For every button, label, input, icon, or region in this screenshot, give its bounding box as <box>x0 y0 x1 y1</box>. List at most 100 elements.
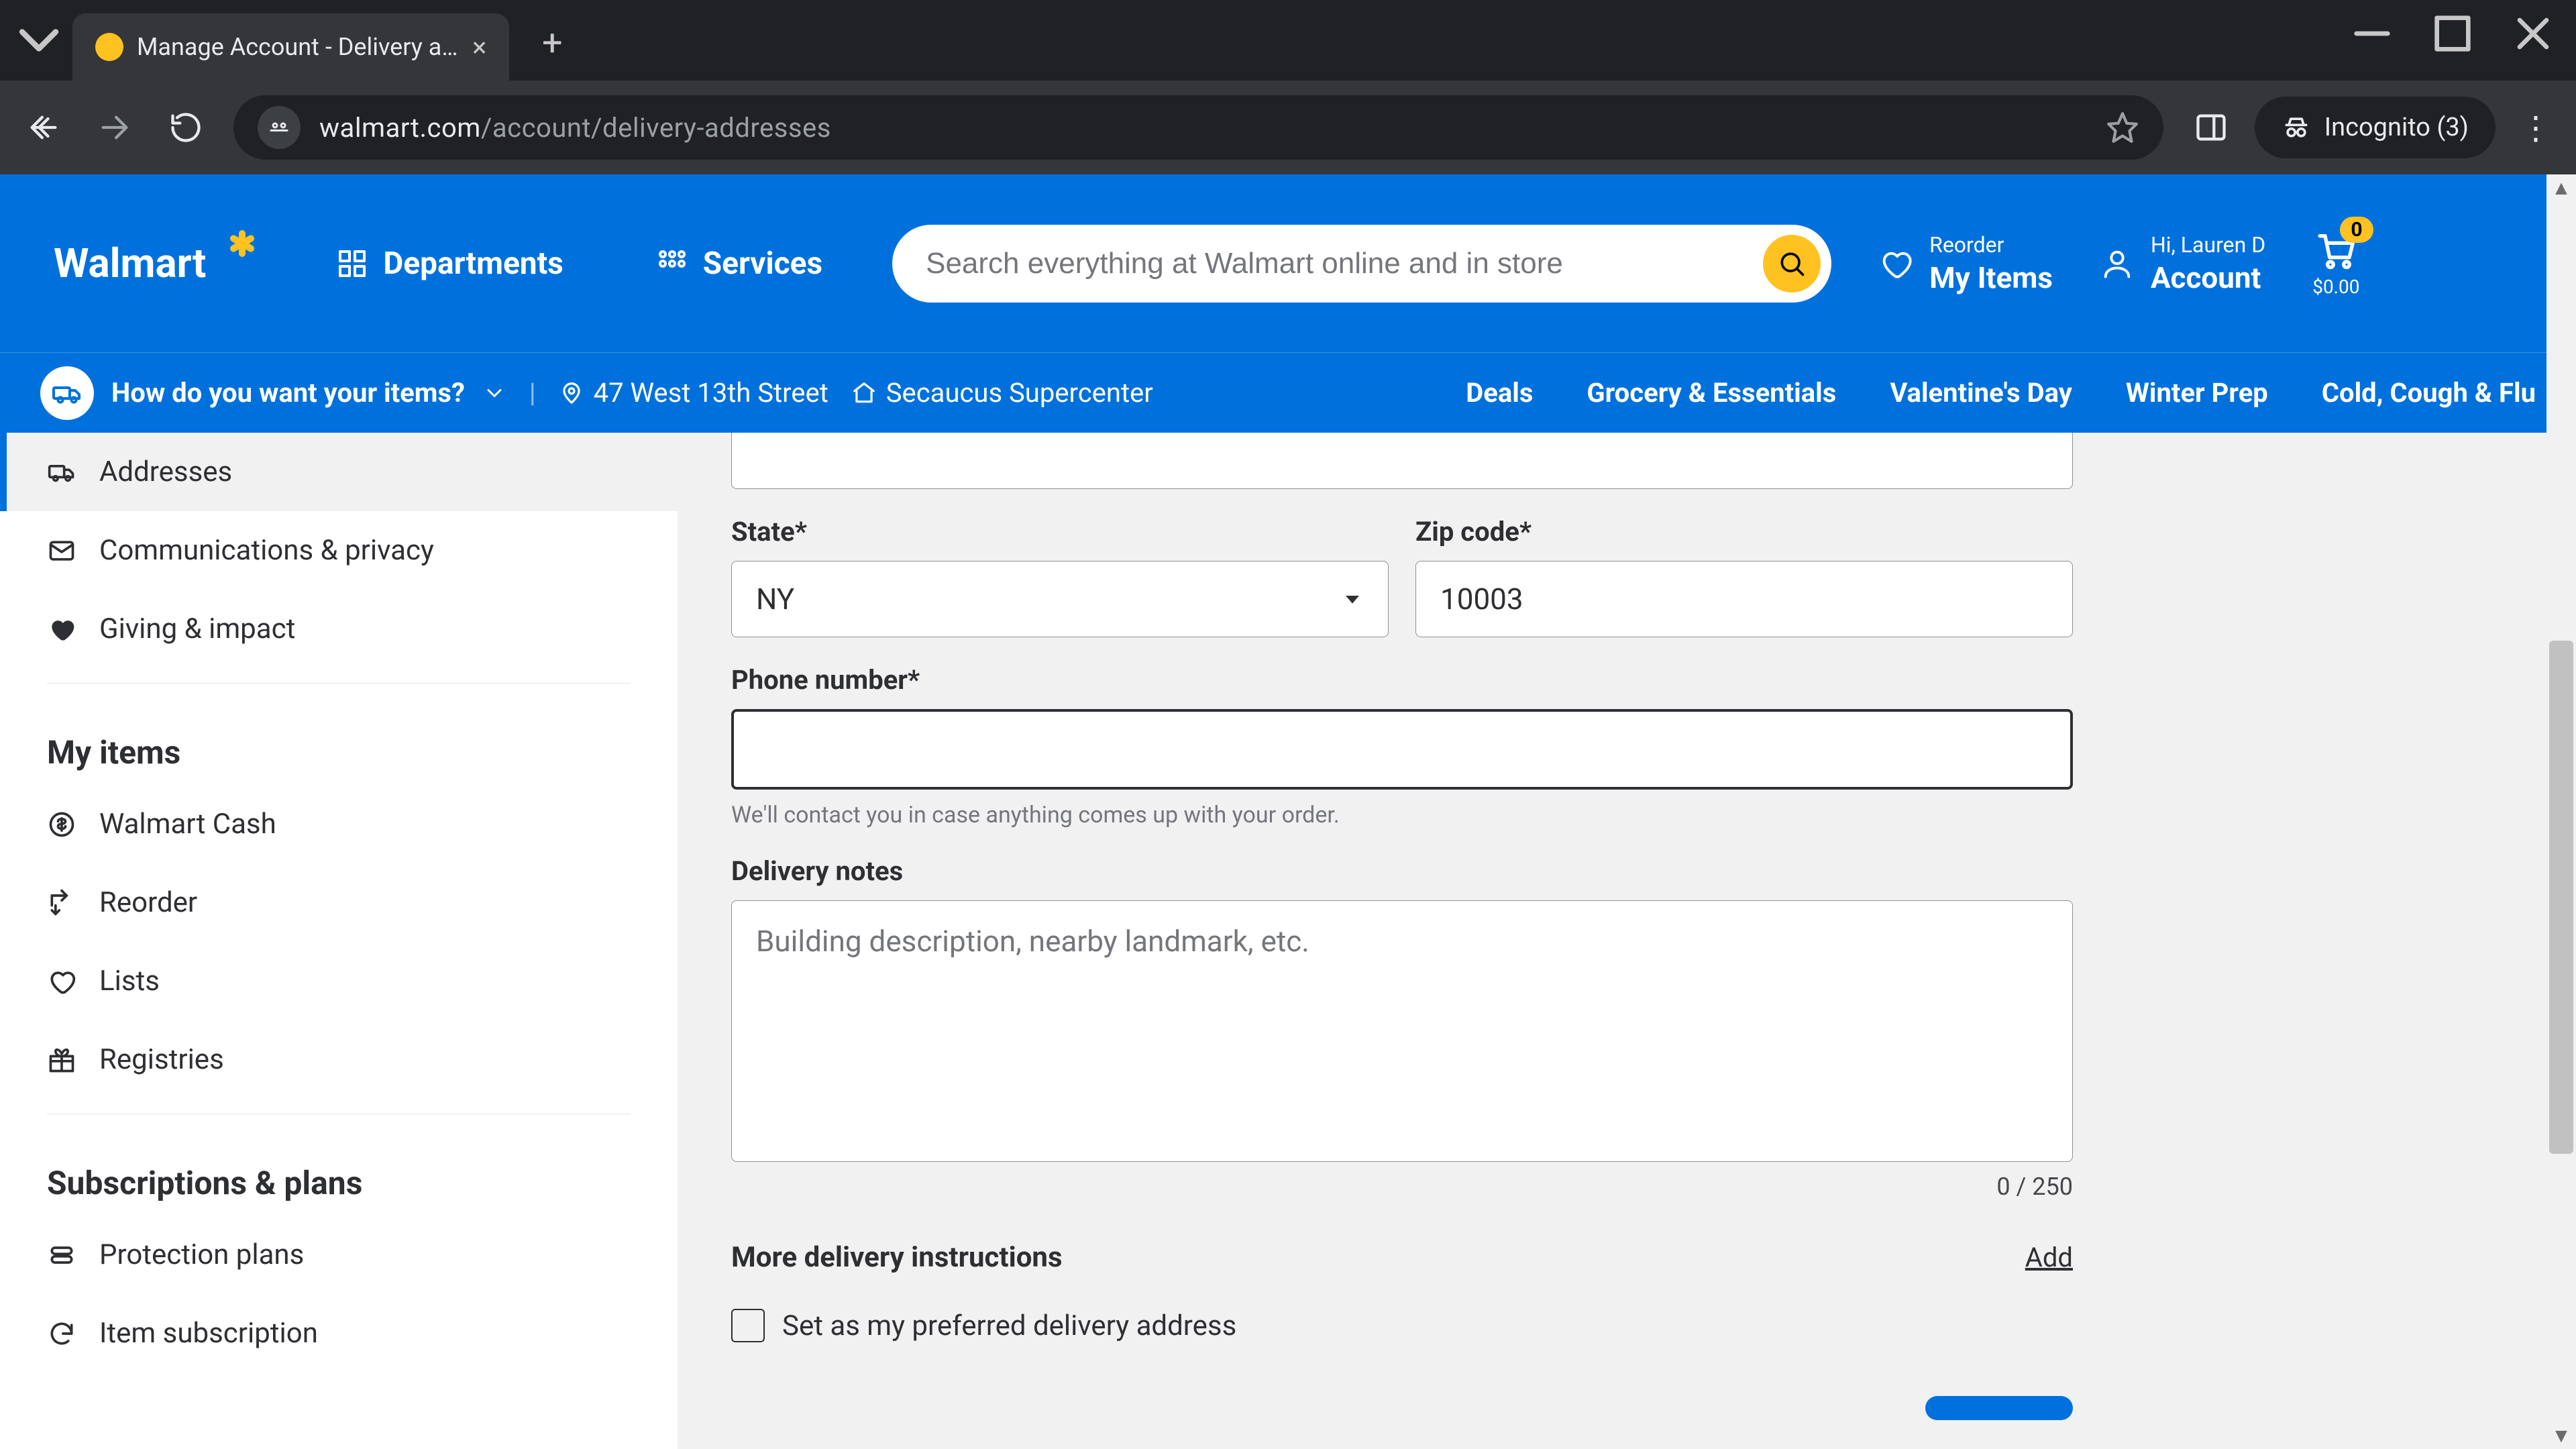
truck-icon <box>47 458 76 487</box>
site-header: Walmart Departments Services <box>0 174 2576 352</box>
delivery-notes-label: Delivery notes <box>731 855 2073 887</box>
sidebar-item-item-subscription[interactable]: Item subscription <box>0 1294 678 1373</box>
fulfillment-label: How do you want your items? <box>111 377 465 409</box>
account-sidebar: Addresses Communications & privacy Givin… <box>0 433 678 1449</box>
account-label: Account <box>2151 260 2265 295</box>
state-select[interactable]: NY <box>731 561 1389 637</box>
search-submit-button[interactable] <box>1763 235 1821 292</box>
fulfillment-selector[interactable]: How do you want your items? <box>40 366 506 420</box>
delivery-notes-textarea[interactable] <box>731 900 2073 1162</box>
city-field-bottom[interactable] <box>731 433 2073 489</box>
walmart-spark-icon <box>218 239 266 288</box>
nav-forward-button[interactable] <box>91 104 138 151</box>
sidebar-item-protection-plans[interactable]: Protection plans <box>0 1216 678 1294</box>
cart-count-badge: 0 <box>2340 217 2373 243</box>
scrollbar-down-arrow-icon[interactable]: ▼ <box>2546 1422 2576 1449</box>
tab-close-button[interactable]: × <box>472 32 486 63</box>
heart-outline-icon <box>47 967 76 996</box>
phone-input[interactable] <box>731 709 2073 790</box>
bookmark-star-button[interactable] <box>2106 111 2139 144</box>
delivery-address-indicator[interactable]: 47 West 13th Street <box>559 377 828 409</box>
preferred-address-label: Set as my preferred delivery address <box>782 1309 1236 1342</box>
scrollbar-up-arrow-icon[interactable]: ▲ <box>2546 174 2576 201</box>
scrollbar-thumb[interactable] <box>2549 641 2573 1153</box>
my-items-link[interactable]: Reorder My Items <box>1878 232 2053 295</box>
reorder-big-label: My Items <box>1929 260 2053 295</box>
window-close-button[interactable] <box>2506 13 2560 54</box>
shield-stack-icon <box>47 1240 76 1270</box>
subnav-link[interactable]: Cold, Cough & Flu <box>2322 377 2536 409</box>
nav-reload-button[interactable] <box>162 104 209 151</box>
services-label: Services <box>703 246 822 282</box>
sidebar-item-label: Addresses <box>99 455 232 488</box>
sidebar-item-label: Registries <box>99 1043 224 1076</box>
tab-title: Manage Account - Delivery add <box>137 33 459 61</box>
sidebar-section-subscriptions: Subscriptions & plans <box>0 1129 678 1216</box>
account-greeting: Hi, Lauren D <box>2151 232 2265 258</box>
mail-icon <box>47 536 76 566</box>
sidebar-item-label: Lists <box>99 965 160 998</box>
sidebar-section-my-items: My items <box>0 698 678 785</box>
store-name-text: Secaucus Supercenter <box>886 377 1153 409</box>
search-input[interactable] <box>926 247 1763 280</box>
subnav-divider: | <box>529 377 536 409</box>
zip-input[interactable] <box>1415 561 2073 637</box>
cart-button[interactable]: 0 $0.00 <box>2312 229 2359 298</box>
sidebar-item-label: Protection plans <box>99 1238 304 1271</box>
more-instructions-label: More delivery instructions <box>731 1241 1063 1274</box>
logo-text: Walmart <box>54 239 206 287</box>
address-bar[interactable]: walmart.com/account/delivery-addresses <box>233 95 2163 160</box>
sidebar-item-walmart-cash[interactable]: Walmart Cash <box>0 785 678 863</box>
delivery-notes-char-count: 0 / 250 <box>731 1173 2073 1201</box>
sidebar-item-reorder[interactable]: Reorder <box>0 863 678 942</box>
reorder-small-label: Reorder <box>1929 232 2053 258</box>
browser-menu-button[interactable]: ⋮ <box>2516 107 2556 148</box>
subnav-link[interactable]: Winter Prep <box>2126 377 2268 409</box>
page-scrollbar[interactable]: ▲ ▼ <box>2546 174 2576 1449</box>
walmart-spark-favicon-icon <box>95 33 123 61</box>
phone-label: Phone number* <box>731 664 2073 696</box>
sidebar-item-label: Walmart Cash <box>99 808 276 841</box>
site-subnav: How do you want your items? | 47 West 13… <box>0 352 2576 433</box>
departments-button[interactable]: Departments <box>313 228 586 299</box>
subnav-link[interactable]: Valentine's Day <box>1890 377 2072 409</box>
account-link[interactable]: Hi, Lauren D Account <box>2100 232 2265 295</box>
walmart-logo-link[interactable]: Walmart <box>54 239 266 288</box>
site-info-button[interactable] <box>258 106 301 149</box>
incognito-indicator[interactable]: Incognito (3) <box>2255 97 2496 158</box>
store-indicator[interactable]: Secaucus Supercenter <box>851 377 1153 409</box>
window-minimize-button[interactable] <box>2345 13 2399 54</box>
sidebar-item-addresses[interactable]: Addresses <box>0 433 678 511</box>
sidebar-item-label: Item subscription <box>99 1317 318 1350</box>
sidebar-item-registries[interactable]: Registries <box>0 1020 678 1099</box>
save-button[interactable] <box>1925 1396 2073 1420</box>
state-label: State* <box>731 516 1389 547</box>
browser-titlebar: Manage Account - Delivery add × + <box>0 0 2576 80</box>
refresh-icon <box>47 1319 76 1348</box>
cart-total: $0.00 <box>2312 276 2359 298</box>
services-button[interactable]: Services <box>633 228 845 299</box>
delivery-address-text: 47 West 13th Street <box>594 377 828 409</box>
heart-icon <box>47 614 76 644</box>
tab-search-button[interactable] <box>5 7 72 74</box>
delivery-van-icon <box>40 366 94 420</box>
preferred-address-checkbox[interactable] <box>731 1309 765 1342</box>
state-value: NY <box>756 582 794 616</box>
url-text: walmart.com/account/delivery-addresses <box>319 112 831 144</box>
window-maximize-button[interactable] <box>2426 13 2479 54</box>
phone-hint: We'll contact you in case anything comes… <box>731 802 2073 828</box>
nav-back-button[interactable] <box>20 104 67 151</box>
main-content: State* NY Zip code* <box>678 433 2576 1449</box>
more-instructions-add-link[interactable]: Add <box>2025 1242 2073 1273</box>
new-tab-button[interactable]: + <box>525 16 579 70</box>
sidebar-item-lists[interactable]: Lists <box>0 942 678 1020</box>
reorder-icon <box>47 888 76 918</box>
sidebar-item-giving[interactable]: Giving & impact <box>0 590 678 668</box>
zip-label: Zip code* <box>1415 516 2073 547</box>
browser-toolbar: walmart.com/account/delivery-addresses I… <box>0 80 2576 174</box>
subnav-link[interactable]: Deals <box>1466 377 1533 409</box>
sidebar-item-communications[interactable]: Communications & privacy <box>0 511 678 590</box>
browser-tab-active[interactable]: Manage Account - Delivery add × <box>72 13 509 80</box>
side-panel-button[interactable] <box>2188 104 2235 151</box>
subnav-link[interactable]: Grocery & Essentials <box>1587 377 1836 409</box>
